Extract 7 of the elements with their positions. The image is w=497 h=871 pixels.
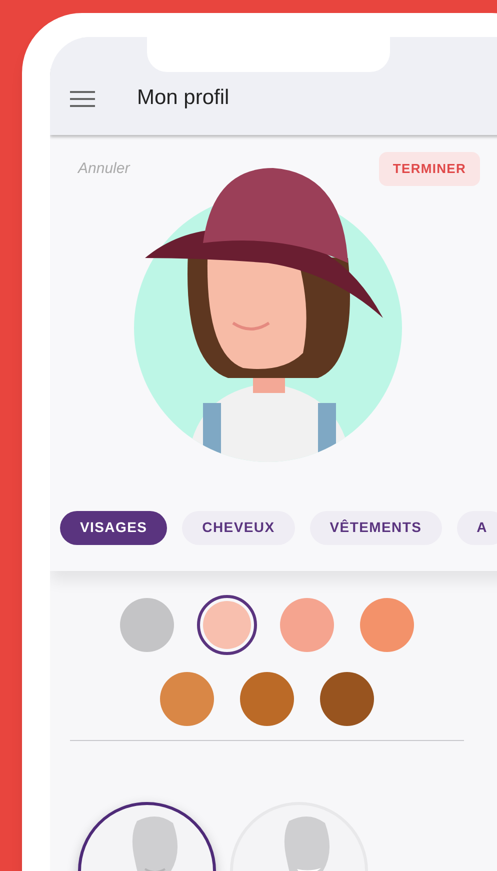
category-tab[interactable]: VISAGES [60,510,168,544]
skin-color-swatch[interactable] [197,594,257,654]
menu-icon[interactable] [70,91,95,107]
screen-title: Mon profil [137,84,230,110]
category-tab[interactable]: A [456,510,497,544]
category-tab[interactable]: CHEVEUX [182,510,295,544]
category-tab[interactable]: VÊTEMENTS [310,510,442,544]
